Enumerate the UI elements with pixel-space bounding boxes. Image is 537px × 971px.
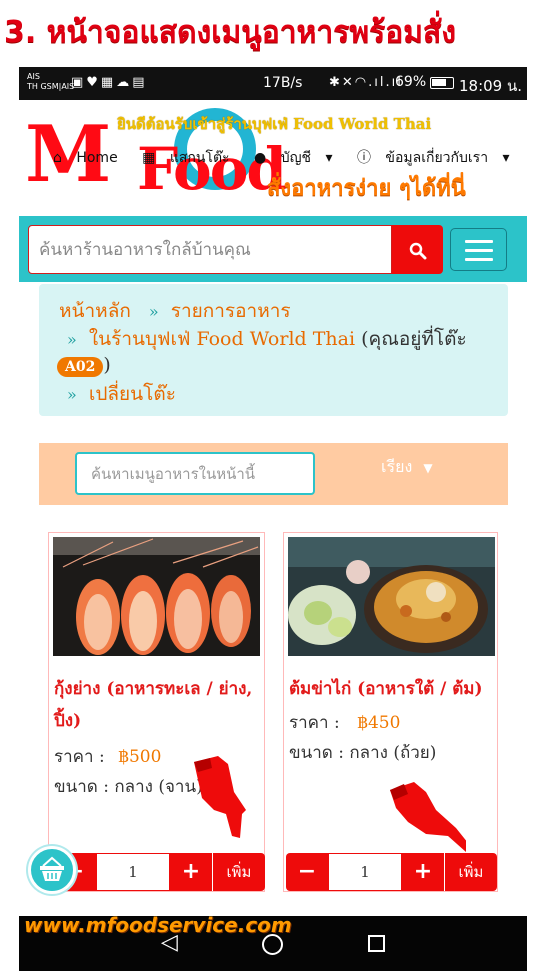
- clock: 18:09 น.: [459, 77, 523, 95]
- nav-scan-label: แสกนโต๊ะ: [169, 150, 230, 166]
- carrier-line-1: AIS: [27, 72, 40, 81]
- slogan: สั่งอาหารง่าย ๆได้ที่นี่: [267, 176, 466, 201]
- caret-down-icon: ▾: [325, 150, 333, 166]
- product-size-row: ขนาด : กลาง (ถ้วย): [289, 739, 436, 766]
- product-size-row: ขนาด : กลาง (จาน): [54, 773, 203, 800]
- home-circle-icon[interactable]: [262, 934, 283, 955]
- battery-percent: 69%: [395, 74, 427, 90]
- breadcrumb-store[interactable]: ในร้านบุฟเฟ่ Food World Thai: [89, 328, 355, 350]
- battery-icon: [430, 77, 454, 89]
- logo-food[interactable]: Food: [137, 134, 287, 204]
- product-price: ฿450: [357, 713, 401, 733]
- breadcrumb: หน้าหลัก » รายการอาหาร » ในร้านบุฟเฟ่ Fo…: [39, 284, 508, 416]
- nav-account[interactable]: ● บัญชี ▾: [254, 150, 342, 166]
- close-paren: ): [103, 354, 111, 376]
- qr-icon: ▦: [142, 150, 156, 166]
- caret-down-icon: ▾: [502, 150, 510, 166]
- chevron-right-icon: »: [67, 330, 77, 349]
- sort-dropdown[interactable]: เรียง ▼: [381, 455, 433, 480]
- add-to-order-button[interactable]: เพิ่ม: [213, 853, 265, 891]
- price-label: ราคา :: [289, 713, 340, 733]
- breadcrumb-home[interactable]: หน้าหลัก: [59, 300, 131, 322]
- quantity-input[interactable]: 1: [96, 853, 170, 891]
- table-info-text: (คุณอยู่ที่โต๊ะ: [361, 328, 467, 350]
- product-photo-tom-kha-gai[interactable]: [288, 537, 495, 656]
- hamburger-menu-button[interactable]: [450, 228, 507, 271]
- table-badge: A02: [57, 357, 104, 377]
- product-name[interactable]: ต้มข่าไก่ (อาหารใต้ / ต้ม): [289, 673, 496, 705]
- chevron-right-icon: »: [67, 385, 77, 404]
- nav-home-label: Home: [76, 150, 118, 166]
- filter-bar: เรียง ▼: [39, 443, 508, 505]
- site-url-watermark: www.mfoodservice.com: [24, 913, 292, 937]
- product-size: กลาง (ถ้วย): [349, 743, 437, 763]
- page-caption: 3. หน้าจอแสดงเมนูอาหารพร้อมสั่ง: [0, 0, 537, 66]
- change-table-link[interactable]: เปลี่ยนโต๊ะ: [89, 383, 176, 405]
- signal-icons: ✱✕◠.ıl.ıl: [329, 75, 403, 90]
- nav-about[interactable]: ⓘ ข้อมูลเกี่ยวกับเรา ▾: [357, 150, 520, 166]
- quantity-stepper: − 1 + เพิ่ม: [54, 853, 265, 891]
- site-header: M Food ยินดีต้อนรับเข้าสู่ร้านบุฟเฟ่ Foo…: [19, 100, 527, 216]
- menu-search-input[interactable]: [75, 452, 315, 495]
- cart-button[interactable]: [28, 846, 76, 894]
- size-label: ขนาด :: [289, 743, 344, 763]
- decrease-button[interactable]: −: [286, 853, 328, 891]
- pointing-hand-icon: [390, 782, 466, 852]
- notification-icons: ▣♥▦☁▤: [71, 75, 148, 90]
- carrier-line-2: TH GSM|AIS: [27, 82, 75, 91]
- top-nav: ⌂ Home ▦ แสกนโต๊ะ ● บัญชี ▾ ⓘ ข้อมูลเกี่…: [53, 147, 510, 169]
- restaurant-search-input[interactable]: [28, 225, 392, 274]
- carrier-info: AIS TH GSM|AIS: [27, 72, 74, 92]
- welcome-message: ยินดีต้อนรับเข้าสู่ร้านบุฟเฟ่ Food World…: [117, 115, 432, 133]
- sort-label: เรียง: [381, 457, 413, 476]
- nav-about-label: ข้อมูลเกี่ยวกับเรา: [385, 150, 489, 166]
- info-icon: ⓘ: [356, 150, 371, 166]
- network-speed: 17B/s: [263, 75, 303, 91]
- price-label: ราคา :: [54, 747, 105, 767]
- home-icon: ⌂: [53, 150, 62, 166]
- product-price-row: ราคา : ฿450: [289, 709, 400, 736]
- search-icon: [409, 242, 426, 259]
- pointing-hand-icon: [194, 756, 246, 838]
- breadcrumb-food-list[interactable]: รายการอาหาร: [171, 300, 291, 322]
- status-bar: AIS TH GSM|AIS ▣♥▦☁▤ 17B/s ✱✕◠.ıl.ıl 69%…: [19, 67, 527, 100]
- nav-scan[interactable]: ▦ แสกนโต๊ะ: [142, 150, 239, 166]
- search-bar: [19, 216, 527, 282]
- caret-down-icon: ▼: [423, 461, 433, 475]
- recent-apps-icon[interactable]: [368, 935, 385, 952]
- size-label: ขนาด :: [54, 777, 109, 797]
- nav-home[interactable]: ⌂ Home: [53, 150, 128, 166]
- user-icon: ●: [254, 150, 267, 166]
- product-name[interactable]: กุ้งย่าง (อาหารทะเล / ย่าง, ปิ้ง): [54, 673, 261, 737]
- chevron-right-icon: »: [148, 302, 159, 321]
- product-price-row: ราคา : ฿500: [54, 743, 161, 770]
- nav-account-label: บัญชี: [280, 150, 312, 166]
- basket-icon: [40, 856, 64, 881]
- product-price: ฿500: [118, 747, 162, 767]
- product-photo-grilled-shrimp[interactable]: [53, 537, 260, 656]
- search-button[interactable]: [392, 225, 443, 274]
- increase-button[interactable]: +: [170, 853, 212, 891]
